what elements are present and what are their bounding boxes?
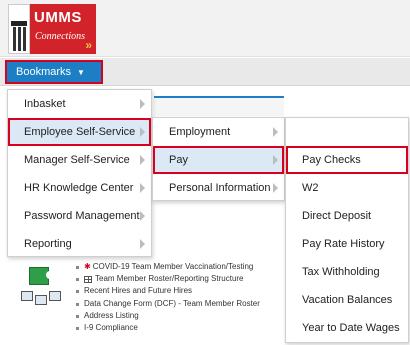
- link-address-listing[interactable]: Address Listing: [76, 311, 306, 323]
- menu-item-pay-rate-history[interactable]: Pay Rate History: [286, 230, 408, 258]
- menu-item-label: Employee Self-Service: [24, 126, 136, 138]
- menu-item-label: Direct Deposit: [302, 210, 372, 222]
- link-i9-compliance[interactable]: I-9 Compliance: [76, 323, 306, 335]
- submenu-header: [154, 96, 284, 116]
- menu-item-pay-checks[interactable]: Pay Checks: [286, 146, 408, 174]
- caret-down-icon: ▼: [77, 67, 85, 77]
- menu-item-label: HR Knowledge Center: [24, 182, 134, 194]
- bookmarks-menu: Inbasket Employee Self-Service Manager S…: [7, 89, 152, 257]
- umms-logo[interactable]: UMMS Connections »: [8, 4, 96, 54]
- chevron-right-icon: [140, 183, 145, 193]
- menu-item-label: Inbasket: [24, 98, 66, 110]
- link-recent-hires[interactable]: Recent Hires and Future Hires: [76, 286, 306, 298]
- bookmarks-label: Bookmarks: [16, 66, 72, 78]
- chevron-right-icon: [273, 127, 278, 137]
- chevron-right-icon: [140, 127, 145, 137]
- employee-self-service-submenu: Employment Pay Personal Information: [152, 117, 285, 201]
- menu-item-label: W2: [302, 182, 319, 194]
- link-label: I-9 Compliance: [84, 322, 138, 332]
- chevron-right-icon: [140, 211, 145, 221]
- chevron-right-icon: [140, 99, 145, 109]
- menu-item-label: Manager Self-Service: [24, 154, 130, 166]
- nav-bar: Bookmarks ▼: [0, 58, 410, 86]
- chevron-icon: »: [85, 38, 92, 52]
- menu-item-w2[interactable]: W2: [286, 174, 408, 202]
- logo-subtitle: Connections: [35, 31, 85, 42]
- bullet: [76, 326, 79, 330]
- menu-item-employment[interactable]: Employment: [153, 118, 284, 146]
- bullet: [76, 266, 79, 269]
- org-chart-icon: [19, 267, 67, 307]
- logo-title: UMMS: [34, 9, 82, 26]
- link-label: Data Change Form (DCF) - Team Member Ros…: [84, 298, 260, 308]
- chevron-right-icon: [273, 183, 278, 193]
- menu-item-employee-self-service[interactable]: Employee Self-Service: [8, 118, 151, 146]
- link-label: COVID-19 Team Member Vaccination/Testing: [92, 262, 254, 271]
- menu-item-label: Pay Rate History: [302, 238, 385, 250]
- menu-item-label: Employment: [169, 126, 231, 138]
- link-label: Recent Hires and Future Hires: [84, 286, 193, 296]
- bullet: [76, 302, 79, 306]
- bookmarks-button[interactable]: Bookmarks ▼: [5, 60, 103, 84]
- grid-icon: [84, 275, 92, 283]
- logo-box: UMMS Connections »: [30, 4, 96, 54]
- link-label: Team Member Roster/Reporting Structure: [95, 274, 244, 284]
- menu-item-label: Reporting: [24, 238, 72, 250]
- bullet: [76, 278, 79, 282]
- chevron-right-icon: [273, 155, 278, 165]
- building-icon: [8, 4, 30, 54]
- menu-item-label: Personal Information: [169, 182, 271, 194]
- link-team-member-roster[interactable]: Team Member Roster/Reporting Structure: [76, 274, 306, 286]
- menu-item-label: Password Management: [24, 210, 140, 222]
- menu-item-pay[interactable]: Pay: [153, 146, 284, 174]
- bullet: [76, 314, 79, 318]
- link-data-change-form[interactable]: Data Change Form (DCF) - Team Member Ros…: [76, 299, 306, 311]
- menu-item-direct-deposit[interactable]: Direct Deposit: [286, 202, 408, 230]
- top-bar: UMMS Connections »: [0, 0, 410, 57]
- menu-item-label: Pay: [169, 154, 188, 166]
- menu-item-password-management[interactable]: Password Management: [8, 202, 151, 230]
- menu-item-label: Pay Checks: [302, 154, 361, 166]
- star-icon: ✱: [84, 262, 91, 271]
- chevron-right-icon: [140, 155, 145, 165]
- menu-item-inbasket[interactable]: Inbasket: [8, 90, 151, 118]
- menu-item-reporting[interactable]: Reporting: [8, 230, 151, 258]
- menu-item-manager-self-service[interactable]: Manager Self-Service: [8, 146, 151, 174]
- bullet: [76, 290, 79, 294]
- link-covid-vaccination[interactable]: ✱ COVID-19 Team Member Vaccination/Testin…: [76, 262, 306, 274]
- menu-item-personal-information[interactable]: Personal Information: [153, 174, 284, 202]
- report-links-list: ✱ COVID-19 Team Member Vaccination/Testin…: [76, 262, 306, 335]
- link-label: Address Listing: [84, 310, 139, 320]
- chevron-right-icon: [140, 239, 145, 249]
- menu-item-hr-knowledge-center[interactable]: HR Knowledge Center: [8, 174, 151, 202]
